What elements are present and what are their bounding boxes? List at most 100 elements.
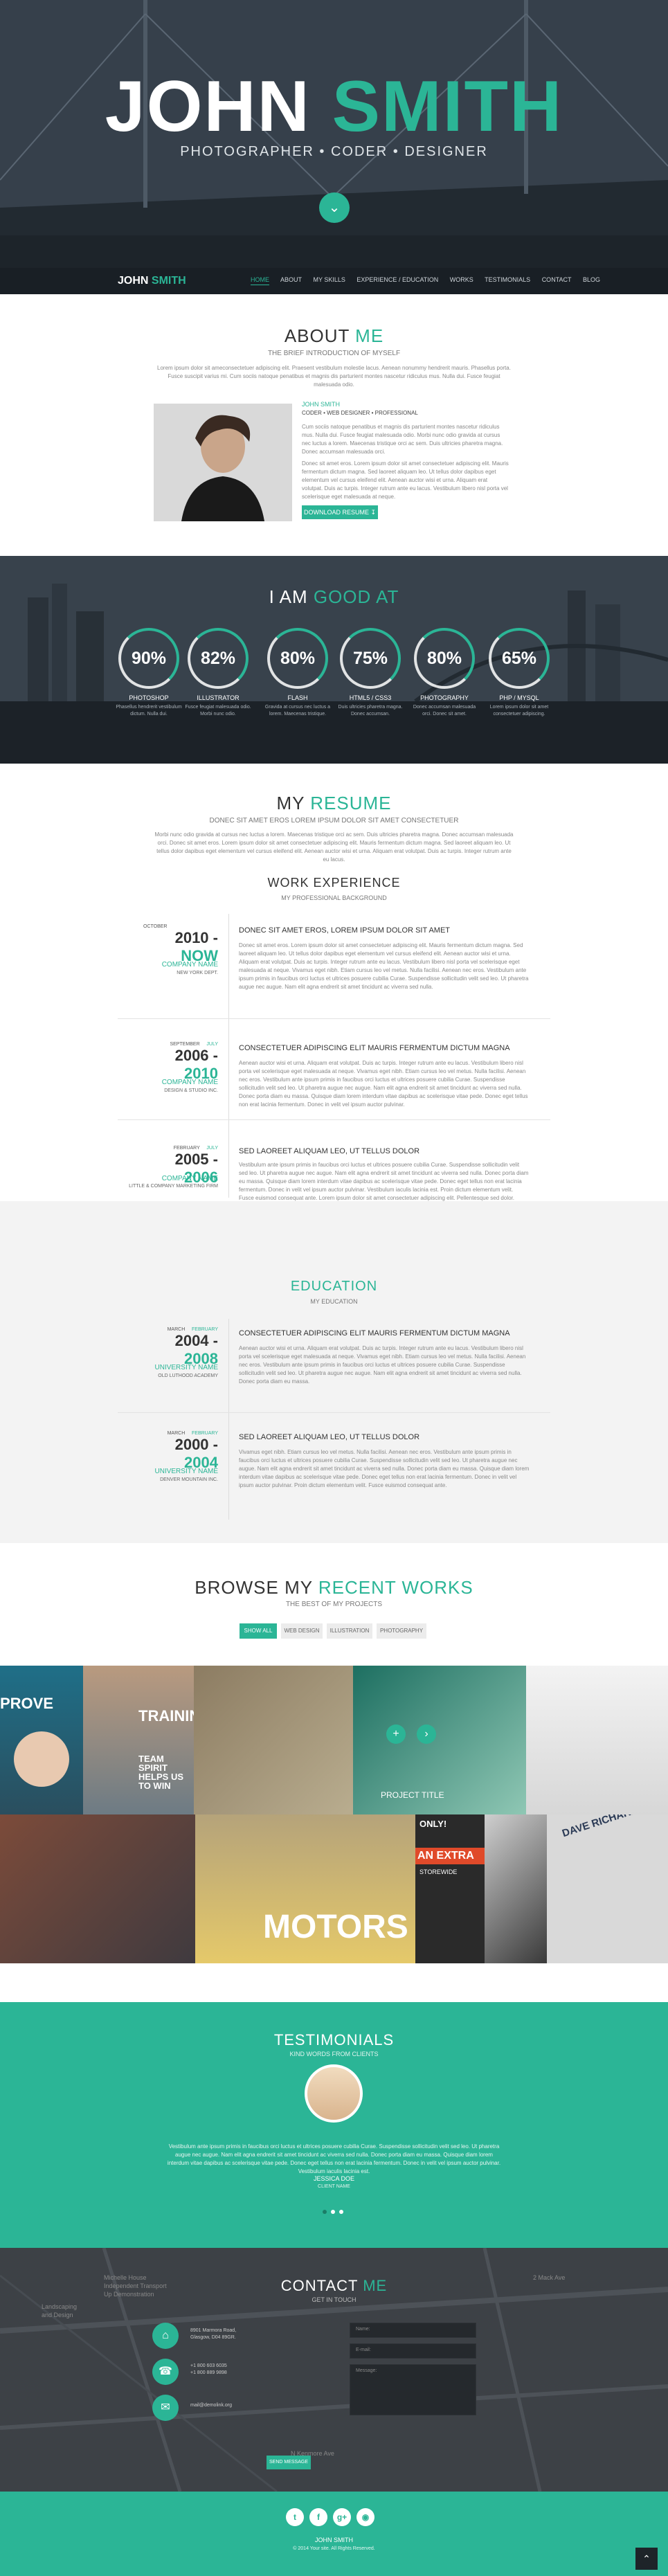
divider (118, 1119, 550, 1120)
hero-last-name: SMITH (332, 66, 563, 147)
nav-logo-last: SMITH (151, 275, 186, 287)
chevron-down-icon[interactable]: ⌄ (319, 192, 350, 223)
timeline-line (228, 914, 229, 1198)
filter-show-all[interactable]: SHOW ALL (240, 1623, 277, 1639)
resume-title: MY RESUME (276, 793, 392, 813)
filter-web-design[interactable]: WEB DESIGN (281, 1623, 323, 1639)
nav-item-experience[interactable]: EXPERIENCE / EDUCATION (356, 276, 438, 283)
nav-item-testimonials[interactable]: TESTIMONIALS (485, 276, 530, 283)
nav-logo-first: JOHN (118, 275, 149, 287)
work-experience-subtitle: MY PROFESSIONAL BACKGROUND (281, 894, 387, 901)
portfolio-tile-brown[interactable] (194, 1666, 353, 1814)
edu-2-title: SED LAOREET ALIQUAM LEO, UT TELLUS DOLOR (239, 1433, 420, 1441)
skill-ring: 80% (267, 628, 328, 689)
email-field[interactable]: E-mail: (350, 2343, 476, 2359)
hero-subtitle: PHOTOGRAPHER • CODER • DESIGNER (180, 144, 488, 159)
nav-menu: HOME ABOUT MY SKILLS EXPERIENCE / EDUCAT… (251, 276, 610, 285)
portfolio-tile-prove[interactable]: PROVE (0, 1666, 83, 1814)
portfolio-tile-interior[interactable] (526, 1666, 668, 1814)
twitter-icon[interactable]: t (286, 2508, 304, 2526)
tile-text-dave: DAVE RICHARDS (561, 1814, 647, 1840)
portfolio-tile-sale[interactable]: ONLY! AN EXTRA STOREWIDE (415, 1814, 485, 1963)
portfolio-tile-fashion[interactable] (0, 1814, 195, 1963)
plus-icon[interactable]: + (386, 1724, 406, 1744)
testimonials-section: TESTIMONIALS KIND WORDS FROM CLIENTS Ves… (0, 2002, 668, 2248)
skill-illustrator: 82% ILLUSTRATOR Fusce feugiat malesuada … (183, 628, 253, 718)
portrait-image (154, 404, 292, 521)
google-plus-icon[interactable]: g+ (333, 2508, 351, 2526)
edu-1-text: Aenean auctor wisi et urna. Aliquam erat… (239, 1345, 526, 1385)
tile-portrait (14, 1731, 69, 1787)
skill-desc: Lorem ipsum dolor sit amet consectetuer … (489, 705, 549, 717)
client-avatar (305, 2064, 363, 2123)
carousel-dot[interactable] (323, 2210, 327, 2214)
nav-item-about[interactable]: ABOUT (280, 276, 302, 283)
skill-html5-css3: 75% HTML5 / CSS3 Duis ultricies pharetra… (336, 628, 405, 718)
nav-item-blog[interactable]: BLOG (583, 276, 600, 283)
skill-name: HTML5 / CSS3 (349, 694, 392, 701)
main-navigation: JOHN SMITH HOME ABOUT MY SKILLS EXPERIEN… (0, 268, 668, 294)
work-experience-title: WORK EXPERIENCE (267, 876, 401, 890)
portfolio-tile-project[interactable]: + › PROJECT TITLE (353, 1666, 526, 1814)
about-title: ABOUT ME (284, 325, 384, 346)
skill-desc: Gravida at cursus nec luctus a lorem. Ma… (264, 705, 331, 717)
skill-ring: 82% (188, 628, 249, 689)
footer (0, 2492, 668, 2576)
job-3-address: LITTLE & COMPANY MARKETING FIRM (129, 1184, 218, 1189)
tile-text-storewide: STOREWIDE (419, 1868, 458, 1875)
nav-item-contact[interactable]: CONTACT (542, 276, 572, 283)
portfolio-tile-motors[interactable]: MOTORS (195, 1814, 415, 1963)
scroll-to-top-button[interactable]: ⌃ (635, 2548, 658, 2570)
skill-name: PHOTOSHOP (129, 694, 169, 701)
about-intro: Lorem ipsum dolor sit ameconsectetuer ad… (157, 365, 511, 388)
hero-name: JOHN SMITH (0, 66, 668, 148)
filter-illustration[interactable]: ILLUSTRATION (327, 1623, 372, 1639)
contact-subtitle: GET IN TOUCH (312, 2296, 356, 2303)
carousel-dot[interactable] (339, 2210, 343, 2214)
skill-desc: Donec accumsan malesuada orci. Donec sit… (413, 705, 476, 717)
filter-photography[interactable]: PHOTOGRAPHY (377, 1623, 426, 1639)
nav-item-works[interactable]: WORKS (450, 276, 473, 283)
skill-desc: Phasellus hendrerit vestibulum dictum. N… (116, 705, 182, 717)
skill-flash: 80% FLASH Gravida at cursus nec luctus a… (263, 628, 332, 718)
skill-ring: 75% (340, 628, 401, 689)
send-message-button[interactable]: SEND MESSAGE (267, 2456, 311, 2469)
chevron-right-icon[interactable]: › (417, 1724, 436, 1744)
tile-text-prove: PROVE (0, 1695, 54, 1712)
tile-text-training: TRAINING (138, 1707, 194, 1724)
contact-email[interactable]: mail@demolink.org (190, 2403, 232, 2408)
facebook-icon[interactable]: f (309, 2508, 327, 2526)
contact-phone-2: +1 800 889 9898 (190, 2370, 227, 2375)
nav-logo[interactable]: JOHN SMITH (118, 275, 186, 287)
job-3-title: SED LAOREET ALIQUAM LEO, UT TELLUS DOLOR (239, 1147, 420, 1155)
skills-title: I AM GOOD AT (269, 586, 399, 607)
skill-php-mysql: 65% PHP / MYSQL Lorem ipsum dolor sit am… (485, 628, 554, 718)
carousel-dot[interactable] (331, 2210, 335, 2214)
home-icon: ⌂ (152, 2323, 179, 2349)
skills-section: I AM GOOD AT 90% PHOTOSHOP Phasellus hen… (0, 556, 668, 764)
phone-icon: ☎ (152, 2359, 179, 2385)
portfolio-tile-training[interactable]: TRAINING TEAM SPIRIT HELPS US TO WIN (83, 1666, 194, 1814)
portfolio-tile-portrait[interactable] (485, 1814, 547, 1963)
name-field[interactable]: Name: (350, 2323, 476, 2338)
nav-item-home[interactable]: HOME (251, 276, 269, 285)
contact-phone-1: +1 800 603 6035 (190, 2363, 227, 2368)
message-field[interactable]: Message: (350, 2364, 476, 2415)
divider (118, 1018, 550, 1019)
skill-name: FLASH (287, 694, 308, 701)
portfolio-tile-dave[interactable]: DAVE RICHARDS (547, 1814, 668, 1963)
about-subtitle: THE BRIEF INTRODUCTION OF MYSELF (267, 350, 401, 357)
dribbble-icon[interactable]: ◉ (356, 2508, 374, 2526)
map-label: and Design (42, 2312, 73, 2318)
mail-icon: ✉ (152, 2395, 179, 2421)
about-photo (154, 404, 292, 521)
tile-project-title: PROJECT TITLE (381, 1790, 444, 1800)
edu-2-text: Vivamus eget nibh. Etiam cursus leo vel … (239, 1449, 530, 1488)
nav-item-skills[interactable]: MY SKILLS (314, 276, 345, 283)
skill-desc: Duis ultricies pharetra magna. Donec acc… (338, 705, 403, 717)
education-title: EDUCATION (290, 1279, 378, 1294)
download-resume-button[interactable]: DOWNLOAD RESUME ↧ (302, 505, 378, 519)
job-2-text: Aenean auctor wisi et urna. Aliquam erat… (239, 1060, 528, 1108)
job-2-title: CONSECTETUER ADIPISCING ELIT MAURIS FERM… (239, 1044, 510, 1052)
about-bio-2: Donec sit amet eros. Lorem ipsum dolor s… (302, 460, 509, 500)
